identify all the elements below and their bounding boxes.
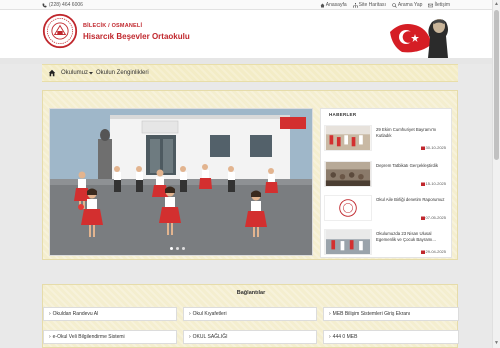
news-date: 30-10-2025 [420,145,446,150]
site-header: BİLECİK / OSMANELİ Hisarcık Beşevler Ort… [0,10,492,58]
school-name[interactable]: Hisarcık Beşevler Ortaokulu [83,32,190,41]
news-thumbnail [324,125,372,151]
slider-dots [170,247,185,250]
top-link-sitemap[interactable]: Site Haritası [352,2,386,8]
links-title: Bağlantılar [236,290,266,296]
news-date-text: 07-05-2025 [425,215,446,220]
nav-item-zenginlikler[interactable]: Okulun Zenginlikleri [96,70,149,76]
news-date-text: 29-04-2025 [425,249,446,254]
home-icon [320,3,325,7]
nav-item-label: Okulumuz [61,70,89,76]
scroll-up-arrow[interactable]: ▲ [494,1,499,7]
link-label: OKUL SAĞLIĞI [192,334,228,340]
news-title: HABERLER [329,112,357,117]
news-date: 29-04-2025 [420,249,446,254]
slider-dot[interactable] [182,247,185,250]
home-icon[interactable] [48,69,56,77]
news-item[interactable]: Okul Aile Birliği denetim Raporumuz 07-0… [324,195,450,229]
meb-logo[interactable] [42,13,78,49]
news-text: 29 Ekim Cumhuriyet Bayramı'nı Kutladık [376,127,437,138]
link-eokul[interactable]: › e-Okul Veli Bilgilendirme Sistemi [43,330,177,344]
chevron-right-icon: › [189,334,191,340]
nav-item-okulumuz[interactable]: Okulumuz [61,70,94,76]
news-text: Okul Aile Birliği denetim Raporumuz [376,197,445,202]
news-panel: HABERLER 29 Ekim Cumhuriyet Bayramı'nı K… [320,108,452,258]
news-item[interactable]: Okulumuzda 23 Nisan Ulusal Egemenlik ve … [324,229,450,263]
links-section: Bağlantılar › Okuldan Randevu Al › Okul … [42,284,459,348]
top-link-label: Arama Yap [397,2,423,8]
top-link-contact[interactable]: İletişim [428,2,450,8]
link-label: e-Okul Veli Bilgilendirme Sistemi [52,334,125,340]
link-444-meb[interactable]: › 444 0 MEB [323,330,459,344]
news-date-text: 15-10-2025 [425,181,446,186]
calendar-icon [420,216,425,220]
search-icon [392,2,397,8]
news-thumbnail [324,161,372,187]
calendar-icon [420,146,425,150]
slider-photo [50,109,312,255]
school-location: BİLECİK / OSMANELİ [83,23,143,29]
link-label: 444 0 MEB [332,334,358,340]
link-label: Okul Kıyafetleri [192,311,227,317]
link-meb-bilisim[interactable]: › MEB Bilişim Sistemleri Giriş Ekranı [323,307,459,321]
chevron-right-icon: › [329,311,331,317]
news-date-text: 30-10-2025 [425,145,446,150]
phone-icon [42,3,47,7]
phone-info: (228) 464 6006 [42,2,83,8]
calendar-icon [420,250,425,254]
phone-number: (228) 464 6006 [49,2,83,8]
top-link-home[interactable]: Anasayfa [320,2,347,8]
top-utility-bar: (228) 464 6006 Anasayfa Site Haritası Ar… [0,0,492,10]
scroll-thumb[interactable] [494,10,499,160]
link-kiyafet[interactable]: › Okul Kıyafetleri [183,307,317,321]
page-scrollbar[interactable]: ▲ ▼ [492,0,500,348]
top-link-label: Site Haritası [358,2,386,8]
top-links: Anasayfa Site Haritası Arama Yap İletişi… [320,2,450,8]
link-okul-sagligi[interactable]: › OKUL SAĞLIĞI [183,330,317,344]
news-text: Okulumuzda 23 Nisan Ulusal Egemenlik ve … [376,231,436,242]
news-item[interactable]: Deprem Tatbikatı Gerçekleştirdik 15-10-2… [324,161,450,195]
chevron-right-icon: › [49,311,51,317]
news-date: 07-05-2025 [420,215,446,220]
top-link-search[interactable]: Arama Yap [392,2,423,8]
news-text: Deprem Tatbikatı Gerçekleştirdik [376,163,439,168]
ataturk-flag-image [390,19,448,58]
chevron-right-icon: › [49,334,51,340]
news-item[interactable]: 29 Ekim Cumhuriyet Bayramı'nı Kutladık 3… [324,125,450,159]
link-randevu[interactable]: › Okuldan Randevu Al [43,307,177,321]
calendar-icon [420,182,425,186]
link-label: MEB Bilişim Sistemleri Giriş Ekranı [332,311,411,317]
scroll-down-arrow[interactable]: ▼ [494,340,499,346]
mail-icon [428,3,434,7]
news-thumbnail [324,229,372,255]
sitemap-icon [352,2,358,7]
caret-down-icon [89,72,94,75]
slider-dot[interactable] [170,247,173,250]
news-date: 15-10-2025 [420,181,446,186]
chevron-right-icon: › [189,311,191,317]
top-link-label: Anasayfa [325,2,347,8]
top-link-label: İletişim [434,2,450,8]
news-thumbnail [324,195,372,221]
image-slider[interactable] [49,108,313,256]
link-label: Okuldan Randevu Al [52,311,99,317]
slider-dot[interactable] [176,247,179,250]
main-nav: Okulumuz Okulun Zenginlikleri [42,64,458,82]
chevron-right-icon: › [329,334,331,340]
